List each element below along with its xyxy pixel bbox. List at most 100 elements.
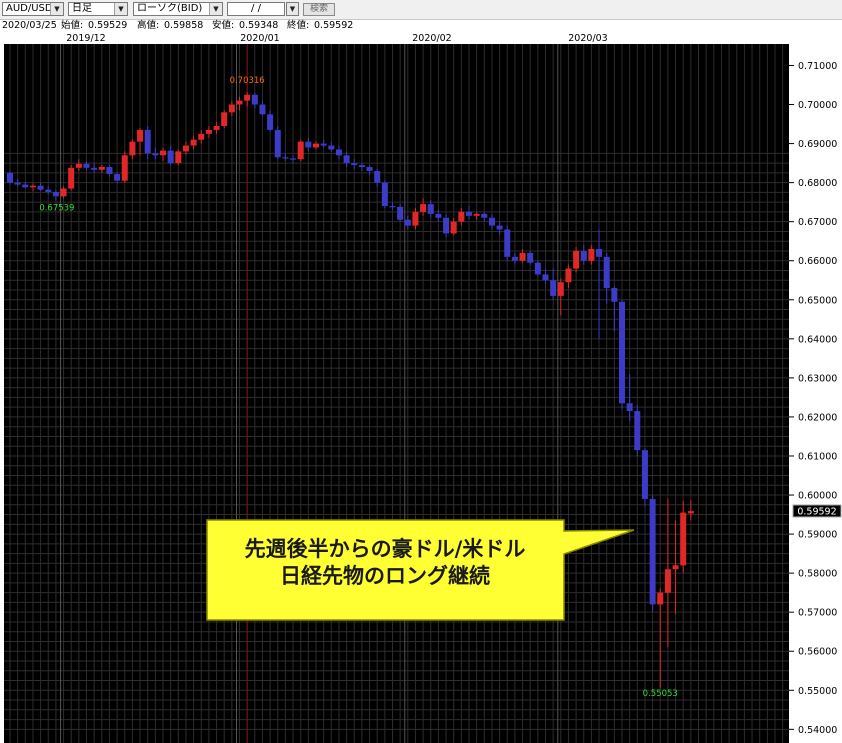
candle-body bbox=[22, 184, 29, 188]
symbol-select-value: AUD/USD bbox=[6, 3, 53, 14]
candle-body bbox=[297, 141, 304, 160]
candle-body bbox=[351, 163, 358, 166]
candle-body bbox=[313, 143, 319, 148]
chart-style-select[interactable]: ローソク(BID) ▼ bbox=[133, 2, 223, 16]
candle-body bbox=[481, 213, 488, 218]
candle-body bbox=[213, 126, 220, 130]
timeframe-select[interactable]: 日足 ▼ bbox=[68, 2, 128, 16]
candle-body bbox=[343, 155, 350, 164]
candle-body bbox=[106, 167, 113, 175]
candle-body bbox=[565, 268, 572, 283]
candle-body bbox=[160, 150, 166, 156]
high-value: 0.59858 bbox=[164, 20, 204, 31]
plot-area[interactable] bbox=[4, 44, 789, 743]
candle-body bbox=[519, 252, 526, 261]
candle-body bbox=[534, 262, 541, 275]
candle-body bbox=[7, 172, 13, 183]
candle-body bbox=[611, 288, 618, 302]
y-tick-label: 0.61000 bbox=[798, 451, 837, 462]
close-value: 0.59592 bbox=[314, 20, 354, 31]
candle-body bbox=[550, 280, 557, 296]
candle-body bbox=[175, 151, 182, 164]
current-price-label: 0.59592 bbox=[797, 506, 836, 517]
candle-body bbox=[121, 155, 128, 181]
y-tick-label: 0.68000 bbox=[798, 178, 837, 189]
candle-body bbox=[290, 158, 297, 160]
candle-body bbox=[397, 206, 404, 220]
symbol-select[interactable]: AUD/USD ▼ bbox=[2, 2, 64, 16]
candle-body bbox=[328, 145, 335, 150]
y-tick-label: 0.58000 bbox=[798, 569, 837, 580]
candle-body bbox=[603, 256, 610, 289]
candle-body bbox=[389, 206, 396, 208]
candle-body bbox=[259, 104, 266, 115]
low-value: 0.59348 bbox=[239, 20, 279, 31]
candle-body bbox=[504, 229, 511, 257]
candle-body bbox=[573, 250, 580, 269]
candle-body bbox=[129, 141, 136, 156]
candle-body bbox=[473, 213, 480, 216]
candle-body bbox=[137, 129, 144, 142]
candle-body bbox=[374, 170, 381, 183]
candle-body bbox=[488, 217, 495, 226]
x-tick-label: 2019/12 bbox=[66, 33, 105, 44]
chevron-down-icon: ▼ bbox=[287, 3, 298, 15]
y-tick-label: 0.70000 bbox=[798, 100, 837, 111]
chart-style-select-value: ローソク(BID) bbox=[137, 3, 203, 14]
candle-body bbox=[619, 301, 625, 404]
candle-body bbox=[596, 249, 603, 257]
date-picker-button[interactable]: ▼ bbox=[286, 2, 299, 16]
candle-body bbox=[443, 217, 450, 234]
candle-body bbox=[60, 188, 67, 197]
candle-body bbox=[221, 112, 228, 127]
x-tick-label: 2020/01 bbox=[240, 33, 279, 44]
date-input-value: / / bbox=[251, 3, 261, 14]
candle-body bbox=[114, 174, 121, 181]
candle-body bbox=[198, 133, 205, 140]
low-label: 安値: bbox=[212, 20, 235, 31]
y-tick-label: 0.67000 bbox=[798, 217, 837, 228]
x-tick-label: 2020/02 bbox=[412, 33, 451, 44]
candle-body bbox=[649, 498, 656, 605]
toolbar: AUD/USD ▼ 日足 ▼ ローソク(BID) ▼ / / ▼ 検索 bbox=[0, 0, 842, 20]
y-tick-label: 0.63000 bbox=[798, 373, 837, 384]
candle-body bbox=[412, 211, 419, 226]
date-input[interactable]: / / bbox=[227, 2, 285, 16]
candle-body bbox=[527, 252, 534, 263]
low-annotation: 0.67539 bbox=[39, 204, 74, 214]
candle-body bbox=[427, 204, 434, 214]
low-annotation: 0.55053 bbox=[643, 689, 678, 699]
ohlc-date: 2020/03/25 bbox=[2, 20, 57, 31]
timeframe-select-value: 日足 bbox=[72, 3, 92, 14]
candle-body bbox=[305, 141, 312, 148]
candle-body bbox=[557, 282, 564, 296]
candlestick-chart[interactable]: 2019/12 2020/01 2020/02 2020/03 0.70316 0.67… bbox=[0, 32, 842, 743]
candle-body bbox=[458, 211, 465, 222]
candle-body bbox=[45, 189, 52, 193]
candle-body bbox=[687, 511, 694, 514]
ohlc-bar: 2020/03/25 始値: 0.59529 高値: 0.59858 安値: 0… bbox=[0, 20, 842, 32]
candle-body bbox=[680, 512, 687, 566]
high-label: 高値: bbox=[137, 20, 160, 31]
close-label: 終値: bbox=[287, 20, 310, 31]
y-tick-label: 0.65000 bbox=[798, 295, 837, 306]
candle-body bbox=[466, 211, 472, 216]
chevron-down-icon: ▼ bbox=[50, 3, 63, 15]
candle-body bbox=[236, 100, 243, 105]
search-button[interactable]: 検索 bbox=[303, 3, 335, 16]
candle-body bbox=[657, 592, 664, 605]
candle-body bbox=[52, 192, 59, 197]
candle-body bbox=[626, 403, 633, 412]
candle-body bbox=[358, 165, 365, 168]
candle-body bbox=[634, 411, 641, 451]
candle-body bbox=[274, 129, 281, 158]
chevron-down-icon: ▼ bbox=[209, 3, 222, 15]
candle-body bbox=[542, 274, 549, 281]
candle-body bbox=[244, 94, 251, 101]
y-tick-label: 0.56000 bbox=[798, 647, 837, 658]
candle-body bbox=[672, 565, 679, 570]
candle-body bbox=[98, 167, 105, 170]
candle-body bbox=[75, 163, 82, 168]
candle-body bbox=[588, 249, 595, 261]
y-tick-label: 0.66000 bbox=[798, 256, 837, 267]
